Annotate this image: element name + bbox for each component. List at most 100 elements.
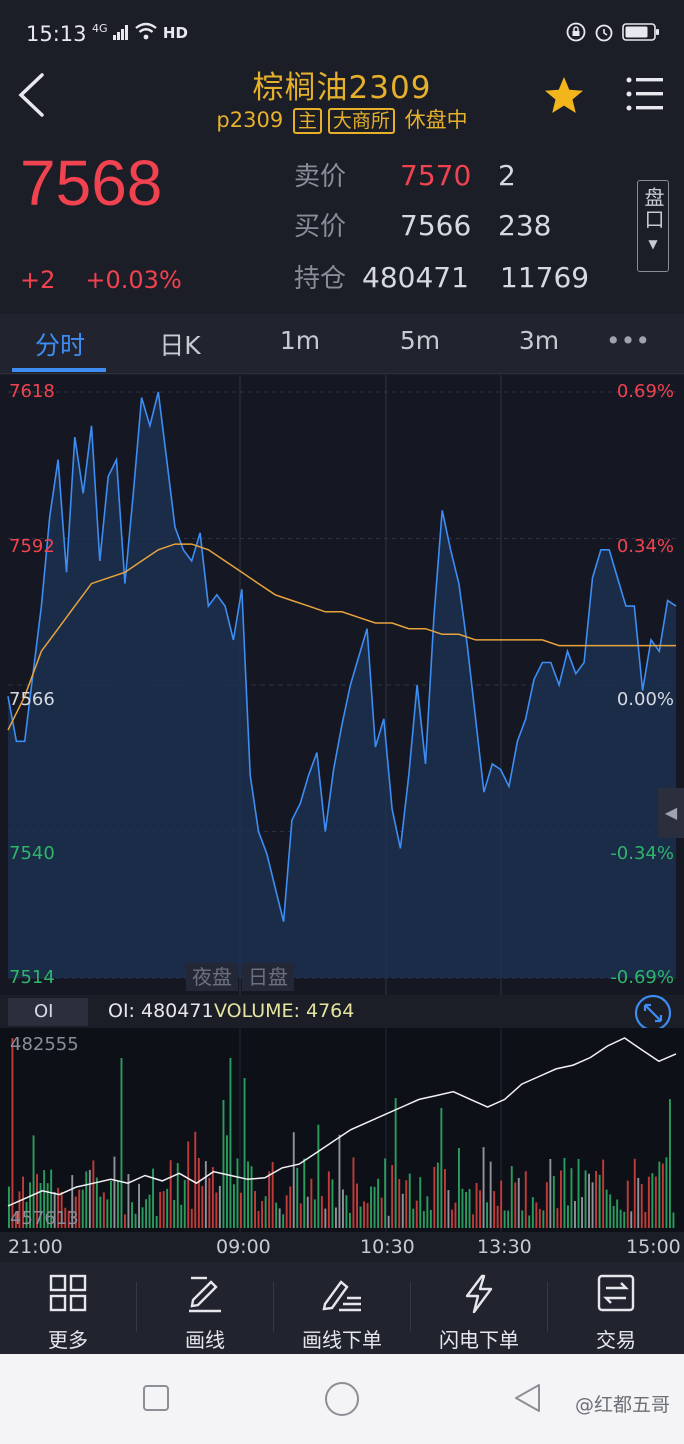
period-tabs: 分时 日K 1m 5m 3m ••• <box>0 314 684 374</box>
time-tick-open: 21:00 <box>8 1236 63 1258</box>
signal-icon <box>112 25 128 40</box>
volume-bar <box>155 1215 158 1228</box>
volume-bar <box>282 1214 285 1228</box>
volume-bar <box>320 1195 323 1228</box>
volume-readout: VOLUME: 4764 <box>214 1000 355 1022</box>
tab-5m[interactable]: 5m <box>370 326 470 355</box>
recent-apps-icon[interactable] <box>142 1384 170 1412</box>
volume-bar <box>468 1189 471 1228</box>
day-session-label: 日盘 <box>242 963 294 991</box>
volume-bar <box>173 1199 176 1228</box>
tab-daily-k[interactable]: 日K <box>130 326 230 362</box>
volume-bar <box>412 1208 415 1228</box>
volume-bar <box>436 1162 439 1228</box>
tab-3m[interactable]: 3m <box>489 326 589 355</box>
volume-bar <box>292 1132 295 1228</box>
volume-bar <box>444 1169 446 1228</box>
pct-tick-lower: -0.34% <box>610 843 674 864</box>
expand-icon[interactable] <box>634 994 672 1032</box>
volume-bar <box>134 1213 137 1228</box>
session-status: 休盘中 <box>404 108 468 132</box>
volume-bar <box>545 1182 548 1228</box>
change-value: +2 <box>20 266 56 294</box>
favorite-star-icon[interactable] <box>542 74 586 118</box>
volume-bar <box>394 1098 397 1228</box>
y-tick-base: 7566 <box>9 689 55 710</box>
indicator-selector[interactable]: OI <box>8 998 88 1026</box>
lightning-icon <box>465 1274 493 1314</box>
time-tick-1030: 10:30 <box>360 1236 415 1258</box>
volume-bar <box>299 1203 302 1228</box>
volume-bar <box>254 1191 256 1228</box>
volume-bar <box>570 1168 573 1228</box>
volume-bar <box>211 1167 214 1228</box>
volume-bar <box>458 1148 460 1228</box>
draw-line-button[interactable]: 画线 <box>137 1262 273 1354</box>
flash-order-button[interactable]: 闪电下单 <box>411 1262 547 1354</box>
tab-1m[interactable]: 1m <box>250 326 350 355</box>
volume-bar <box>665 1157 668 1228</box>
volume-bar <box>584 1170 587 1228</box>
volume-bar <box>408 1173 411 1228</box>
volume-bar <box>289 1186 292 1228</box>
volume-bar <box>148 1194 151 1228</box>
y-tick-low: 7514 <box>9 967 55 988</box>
tab-intraday[interactable]: 分时 <box>10 326 110 362</box>
draw-order-button[interactable]: 画线下单 <box>274 1262 410 1354</box>
back-triangle-icon[interactable] <box>512 1382 542 1414</box>
volume-bar <box>535 1202 538 1228</box>
volume-bar <box>560 1170 562 1228</box>
volume-bar <box>141 1207 144 1228</box>
status-time: 15:13 <box>26 22 87 46</box>
oi-readout: OI: 480471 <box>108 1000 214 1022</box>
volume-bar <box>352 1157 355 1228</box>
volume-bar <box>465 1192 467 1228</box>
volume-bar <box>486 1202 488 1228</box>
volume-bar <box>106 1199 109 1228</box>
trade-button[interactable]: 交易 <box>548 1262 684 1354</box>
oi-change-value: 11769 <box>500 261 590 294</box>
volume-bar <box>517 1178 520 1228</box>
quote-panel: 7568 +2 +0.03% 卖价 7570 2 买价 7566 238 持仓 480471… <box>0 140 684 312</box>
volume-bar <box>197 1158 200 1228</box>
volume-bar <box>489 1161 492 1228</box>
ask-volume: 2 <box>498 159 516 192</box>
volume-bar <box>180 1204 183 1228</box>
last-price: 7568 <box>20 147 163 219</box>
volume-bar <box>616 1199 619 1228</box>
volume-bar <box>110 1180 112 1228</box>
draw-order-label: 画线下单 <box>302 1328 382 1352</box>
ask-row: 卖价 7570 2 <box>294 156 516 193</box>
volume-bar <box>99 1196 102 1228</box>
volume-bar <box>619 1209 622 1228</box>
more-tabs-icon[interactable]: ••• <box>578 326 678 355</box>
volume-oi-chart[interactable]: 482555 457613 <box>0 1028 684 1232</box>
more-button[interactable]: 更多 <box>0 1262 136 1354</box>
volume-bar <box>187 1141 190 1228</box>
volume-bar <box>204 1161 207 1228</box>
open-interest-value: 480471 <box>362 261 469 294</box>
volume-bar <box>373 1186 376 1228</box>
home-icon[interactable] <box>324 1381 360 1417</box>
volume-bar <box>612 1206 615 1228</box>
menu-icon[interactable] <box>626 76 664 112</box>
volume-bar <box>496 1205 499 1228</box>
system-nav-bar: @红都五哥 <box>0 1354 684 1444</box>
draw-line-label: 画线 <box>185 1328 225 1352</box>
volume-bar <box>169 1160 172 1228</box>
volume-bar <box>380 1197 383 1228</box>
volume-bar <box>451 1209 453 1228</box>
volume-bar <box>377 1178 380 1228</box>
network-indicator: 4G HD <box>92 22 188 42</box>
time-tick-1330: 13:30 <box>477 1236 532 1258</box>
order-book-button[interactable]: 盘口 ▼ <box>637 180 669 272</box>
hd-indicator: HD <box>162 24 188 42</box>
volume-bar <box>531 1197 534 1228</box>
volume-bar <box>113 1156 116 1228</box>
order-book-label: 盘口 <box>641 187 665 231</box>
y-tick-upper: 7592 <box>9 536 55 557</box>
volume-bar <box>264 1196 267 1228</box>
collapse-handle-icon[interactable]: ◀ <box>658 788 684 838</box>
intraday-chart[interactable]: 7618 7592 7566 7540 7514 0.69% 0.34% 0.0… <box>0 375 684 995</box>
volume-bar <box>88 1170 91 1228</box>
